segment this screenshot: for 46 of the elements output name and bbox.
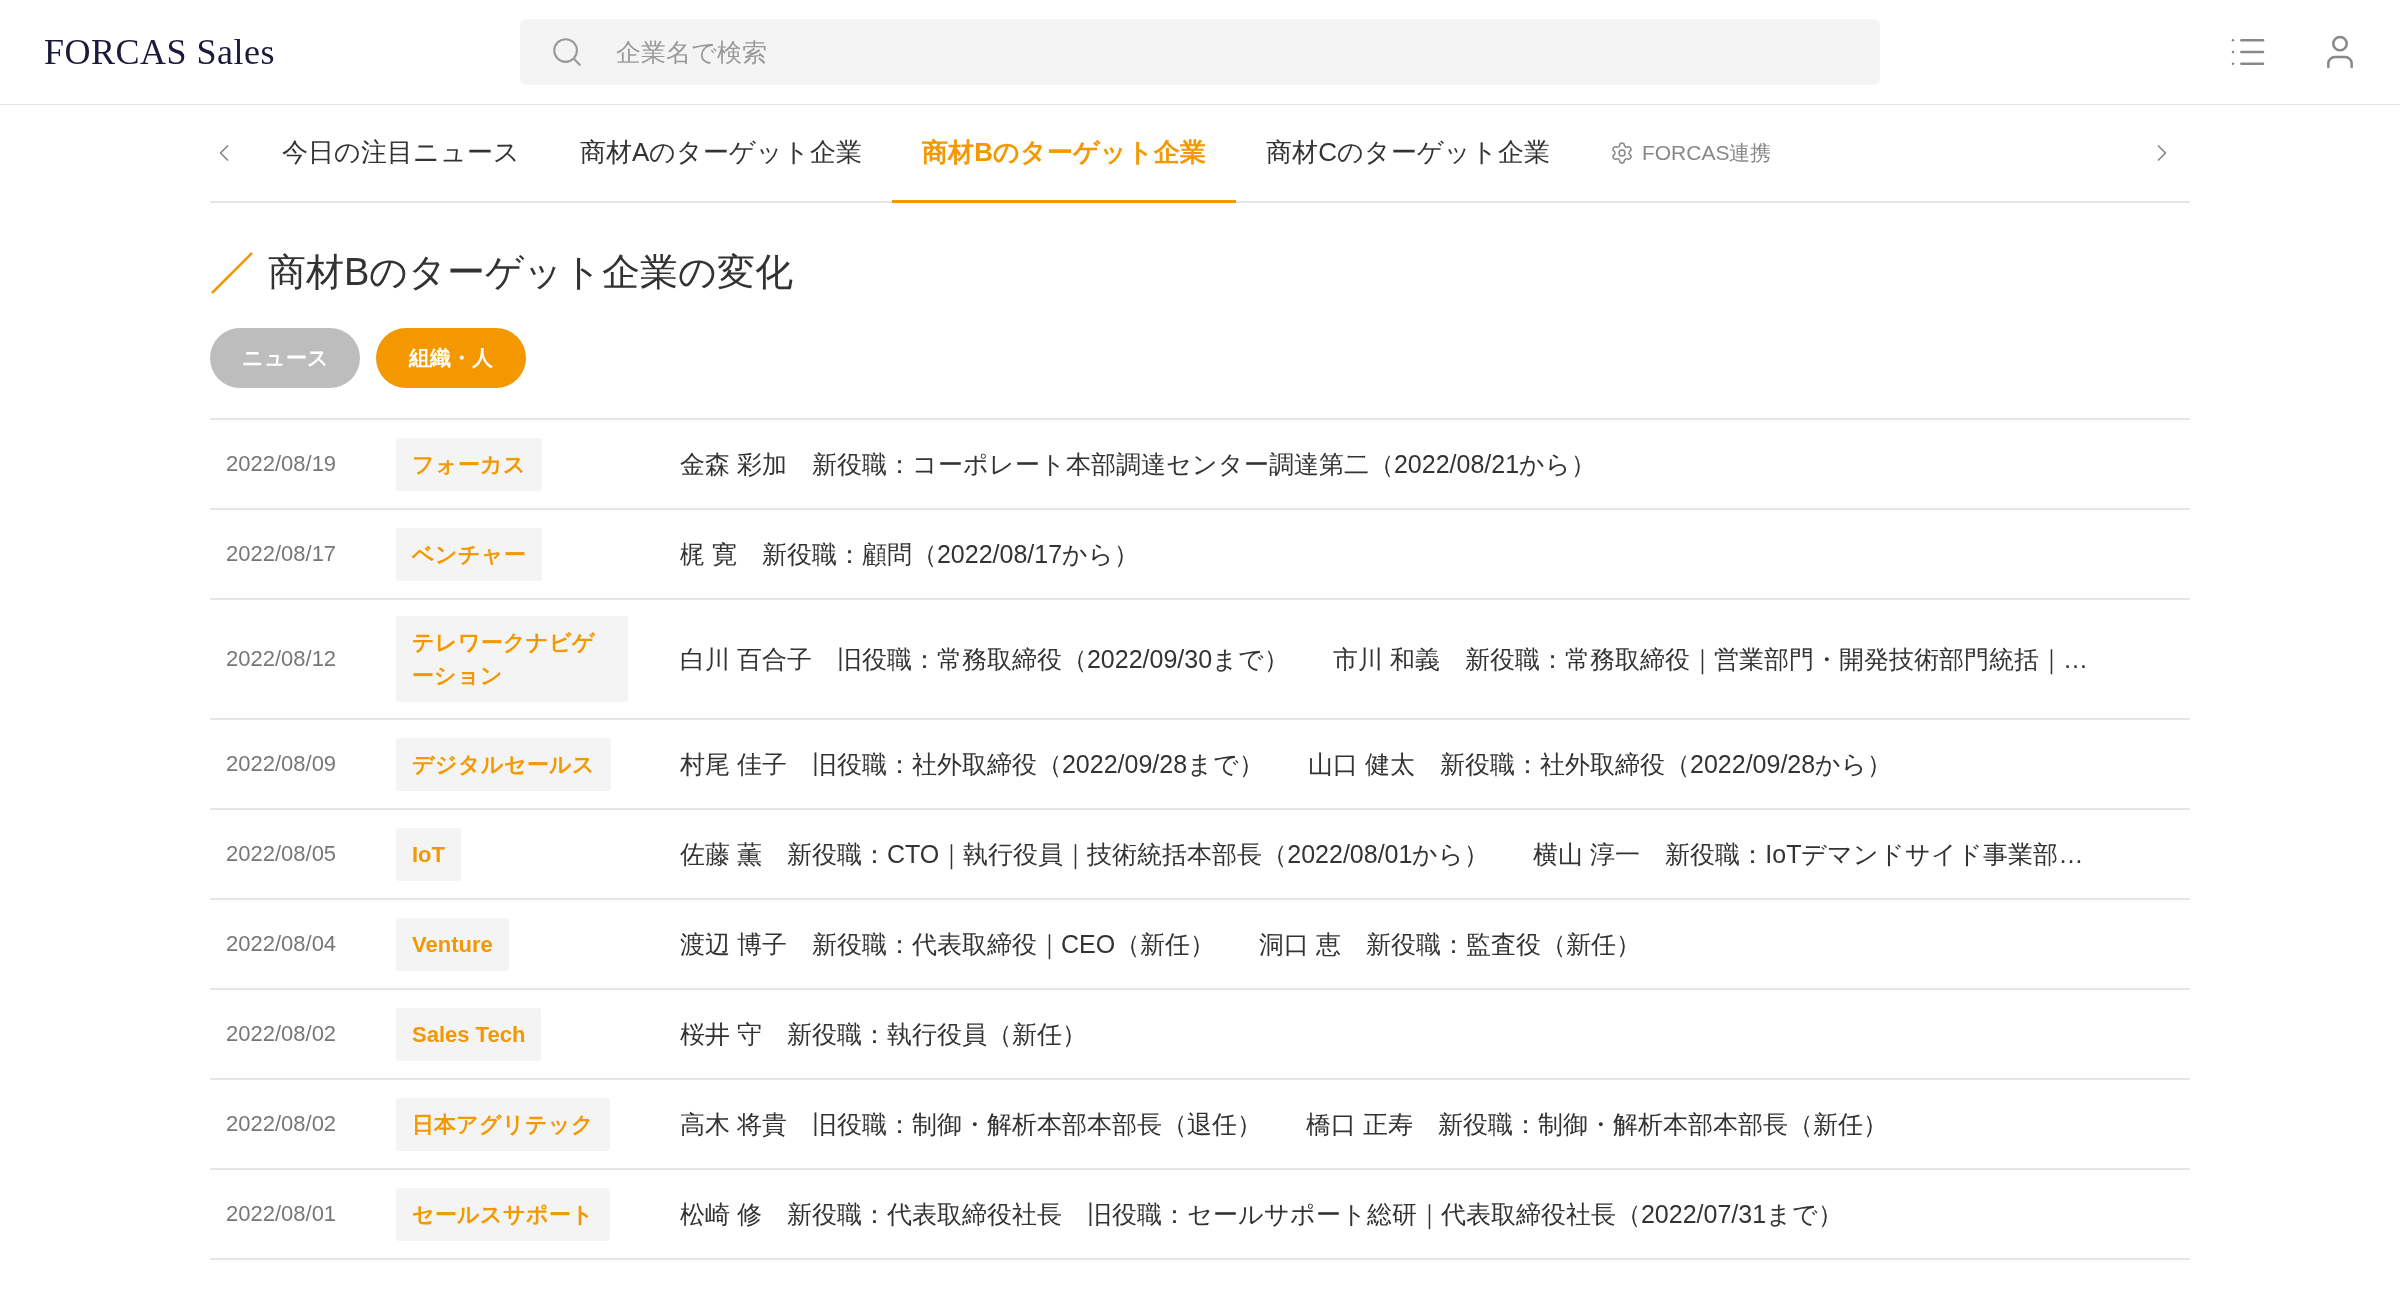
settings-tab[interactable]: FORCAS連携 (1579, 105, 1802, 203)
person-change-text: 市川 和義 新役職：常務取締役｜営業部門・開発技術部門統括｜… (1333, 643, 2089, 676)
person-change-text: 洞口 恵 新役職：監査役（新任） (1259, 928, 1642, 960)
company-tag[interactable]: 日本アグリテック (396, 1097, 610, 1151)
date-text: 2022/08/02 (226, 1021, 338, 1047)
person-change-text: 横山 淳一 新役職：IoTデマンドサイド事業部… (1533, 838, 2084, 870)
company-tag[interactable]: セールスサポート (396, 1187, 610, 1241)
company-tag[interactable]: テレワークナビゲーション (396, 616, 628, 702)
person-change-text: 高木 将貴 旧役職：制御・解析本部本部長（退任） (680, 1108, 1262, 1140)
person-change-text: 佐藤 薫 新役職：CTO｜執行役員｜技術統括本部長（2022/08/01から） (680, 838, 1490, 871)
filter-button[interactable]: 組織・人 (376, 328, 526, 388)
date-text: 2022/08/05 (226, 841, 338, 867)
person-change-text: 橋口 正寿 新役職：制御・解析本部本部長（新任） (1305, 1108, 1888, 1140)
filter-button[interactable]: ニュース (210, 328, 360, 388)
tab[interactable]: 商材Cのターゲット企業 (1236, 105, 1580, 203)
tab[interactable]: 商材Bのターゲット企業 (892, 105, 1237, 203)
search-input[interactable]: 企業名で検索 (614, 36, 1850, 68)
person-change-text: 松崎 修 新役職：代表取締役社長 旧役職：セールサポート総研｜代表取締役社長（2022/07/31まで） (680, 1198, 1844, 1231)
slash-icon (210, 250, 254, 295)
company-tag[interactable]: デジタルセールス (396, 737, 611, 791)
search-icon (550, 35, 584, 69)
date-text: 2022/08/19 (226, 451, 338, 477)
section-title: 商材Bのターゲット企業の変化 (268, 250, 794, 295)
person-change-text: 桜井 守 新役職：執行役員（新任） (680, 1018, 1087, 1050)
date-text: 2022/08/12 (226, 646, 338, 672)
search-field[interactable]: 企業名で検索 (520, 19, 1880, 85)
person-change-text: 山口 健太 新役職：社外取締役（2022/09/28から） (1308, 748, 1893, 780)
gear-icon (1609, 140, 1634, 165)
person-change-text: 村尾 佳子 旧役職：社外取締役（2022/09/28まで） (680, 748, 1265, 780)
person-change-text: 白川 百合子 旧役職：常務取締役（2022/09/30まで） (680, 643, 1290, 675)
tab[interactable]: 商材Aのターゲット企業 (550, 105, 893, 203)
company-tag[interactable]: IoT (396, 827, 461, 881)
person-change-text: 渡辺 博子 新役職：代表取締役｜CEO（新任） (680, 928, 1216, 961)
company-tag[interactable]: フォーカス (396, 437, 542, 491)
tab[interactable]: 今日の注目ニュース (252, 105, 550, 203)
date-text: 2022/08/01 (226, 1201, 338, 1227)
date-text: 2022/08/02 (226, 1111, 338, 1137)
company-tag[interactable]: Venture (396, 917, 509, 971)
date-text: 2022/08/17 (226, 541, 338, 567)
date-text: 2022/08/09 (226, 751, 338, 777)
person-change-text: 金森 彩加 新役職：コーポレート本部調達センター調達第二（2022/08/21から） (680, 448, 1597, 480)
company-tag[interactable]: ベンチャー (396, 527, 542, 581)
company-tag[interactable]: Sales Tech (396, 1007, 542, 1061)
logo: FORCAS Sales (44, 31, 277, 73)
person-change-text: 梶 寛 新役職：顧問（2022/08/17から） (680, 538, 1140, 570)
date-text: 2022/08/04 (226, 931, 338, 957)
